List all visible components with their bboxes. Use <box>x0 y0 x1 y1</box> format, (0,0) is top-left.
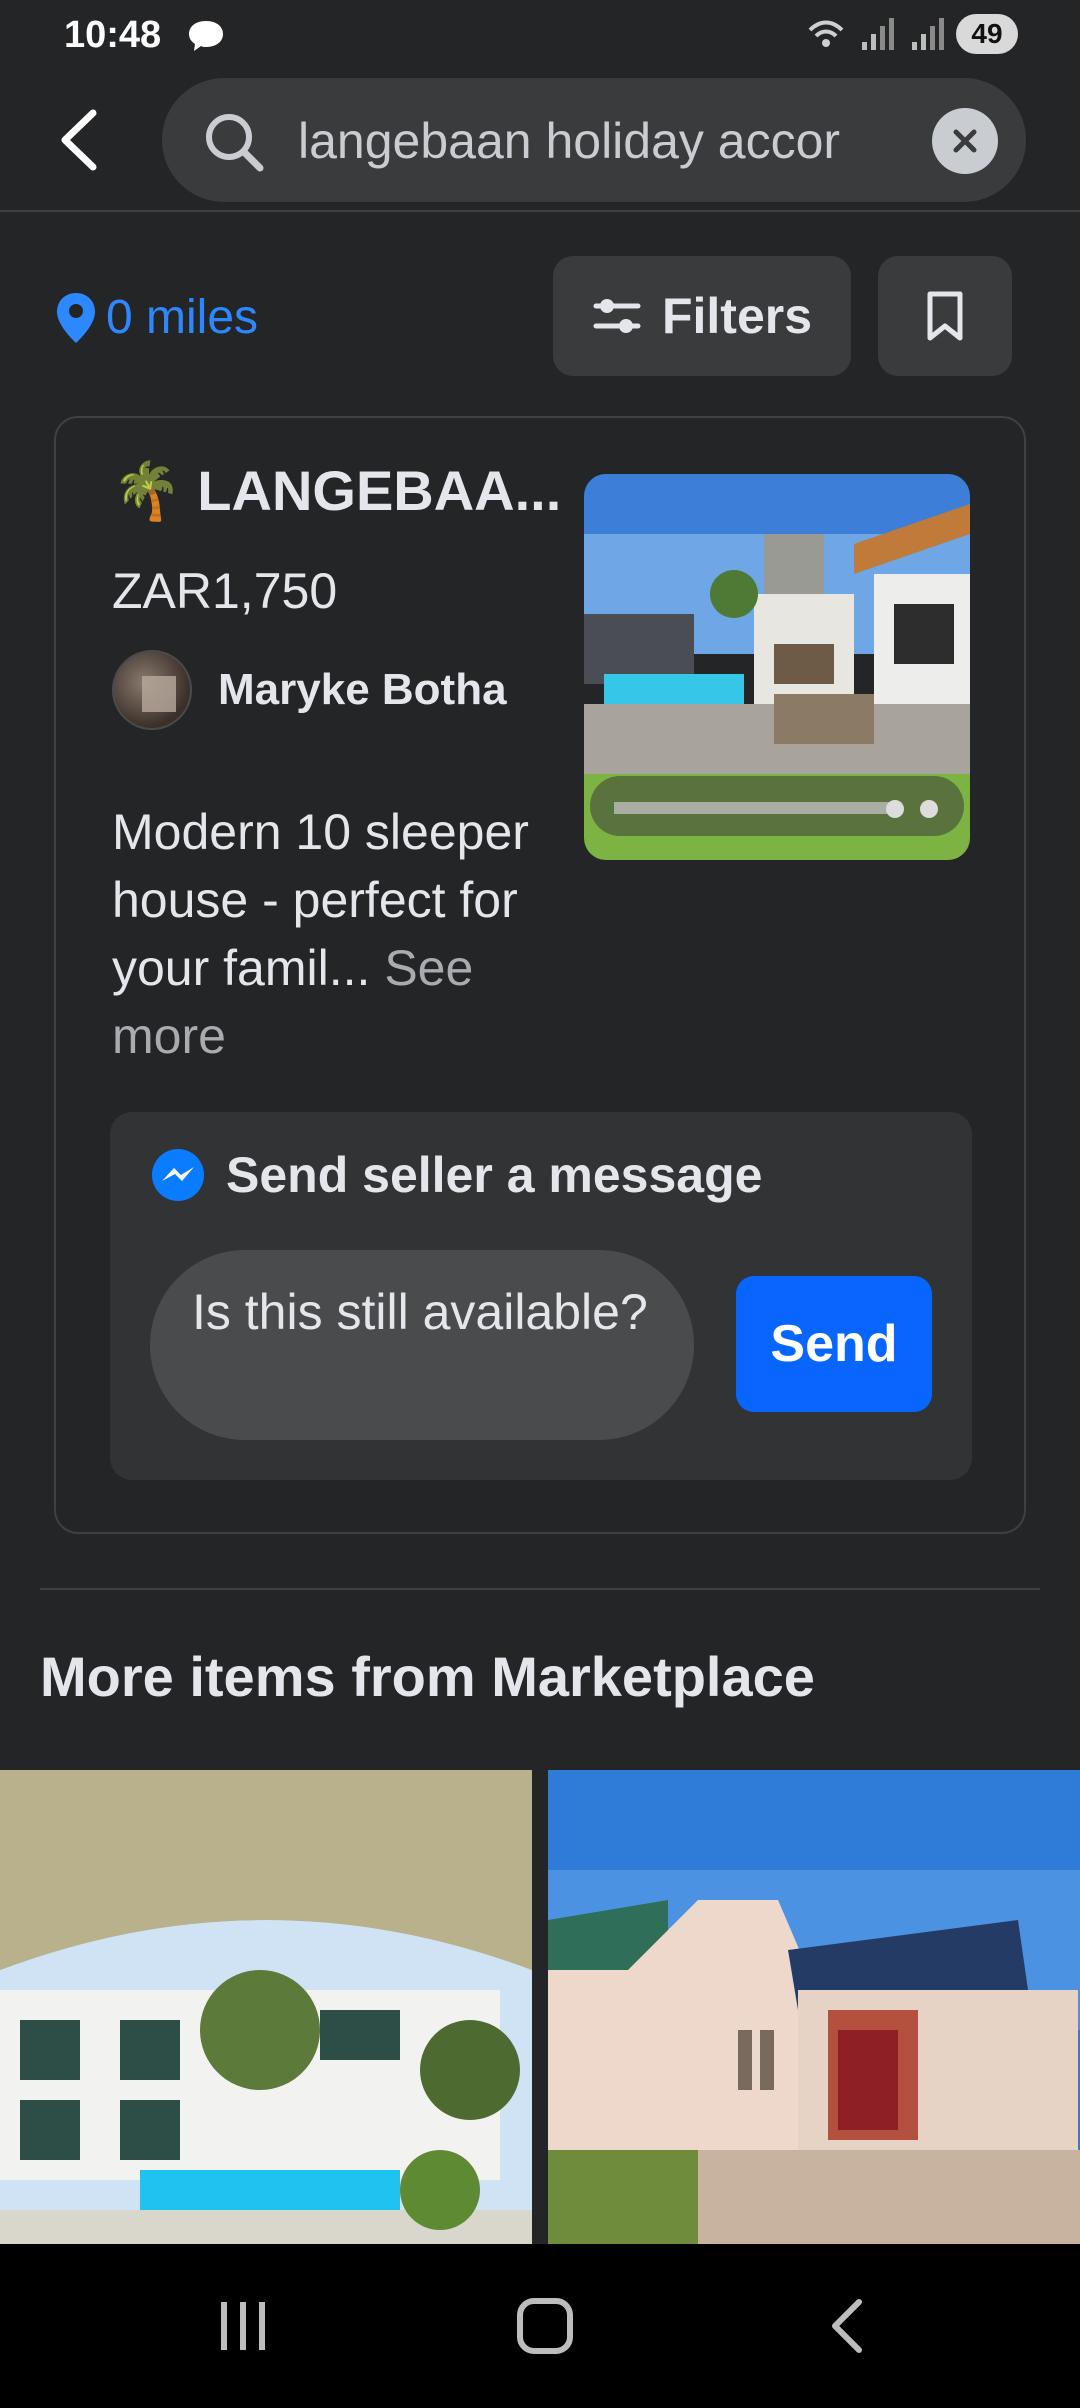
search-bar[interactable]: langebaan holiday accor <box>162 78 1026 202</box>
send-button[interactable]: Send <box>736 1276 932 1412</box>
photo-pager <box>584 776 970 836</box>
message-seller-box: Send seller a message Is this still avai… <box>110 1112 972 1480</box>
more-items-heading: More items from Marketplace <box>40 1645 815 1708</box>
listing-title[interactable]: 🌴 LANGEBAA... <box>112 458 592 524</box>
filters-button[interactable]: Filters <box>553 256 851 376</box>
status-bar: 10:48 49 <box>0 0 1080 72</box>
back-arrow-icon <box>61 109 97 171</box>
wifi-icon <box>808 20 844 47</box>
message-header: Send seller a message <box>150 1146 762 1204</box>
recent-apps-icon <box>221 2302 265 2350</box>
system-nav-bar <box>0 2244 1080 2408</box>
section-divider <box>40 1588 1040 1590</box>
status-time: 10:48 <box>64 14 162 56</box>
signal-icon <box>912 18 944 50</box>
apartment-complex-image <box>0 1770 532 2244</box>
status-icons: 49 <box>806 14 1018 54</box>
marketplace-item-2[interactable] <box>548 1770 1080 2244</box>
bookmark-icon <box>927 291 963 341</box>
location-radius-button[interactable]: 0 miles <box>54 290 258 345</box>
battery-indicator: 49 <box>956 14 1018 54</box>
listing-card[interactable]: 🌴 LANGEBAA... ZAR1,750 Maryke Botha Mode… <box>54 416 1026 1534</box>
seller-info[interactable]: Maryke Botha <box>112 650 507 730</box>
listing-photo[interactable] <box>584 474 970 860</box>
signal-icon <box>862 18 894 50</box>
marketplace-search-page: 10:48 49 langebaan holiday accor 0 miles… <box>0 0 1080 2408</box>
listing-title-text: LANGEBAA... <box>197 459 562 522</box>
seller-name[interactable]: Maryke Botha <box>218 665 507 715</box>
palm-tree-emoji: 🌴 <box>112 459 182 522</box>
search-icon <box>206 114 264 172</box>
clear-icon <box>953 129 977 153</box>
message-input[interactable]: Is this still available? <box>150 1250 694 1440</box>
marketplace-item-1[interactable] <box>0 1770 532 2244</box>
listing-price: ZAR1,750 <box>112 563 338 619</box>
back-icon <box>832 2299 862 2353</box>
save-search-button[interactable] <box>878 256 1012 376</box>
location-radius-label: 0 miles <box>106 291 259 344</box>
listing-description: Modern 10 sleeper house - perfect for yo… <box>112 798 552 1070</box>
sliders-icon <box>593 299 641 333</box>
filters-label: Filters <box>661 288 813 344</box>
filter-row: 0 miles Filters <box>0 256 1080 376</box>
recent-apps-button[interactable] <box>198 2290 288 2362</box>
system-back-button[interactable] <box>802 2290 892 2362</box>
search-header: langebaan holiday accor <box>0 72 1080 212</box>
home-icon <box>517 2298 573 2354</box>
location-pin-icon <box>57 292 95 343</box>
back-button[interactable] <box>46 104 112 176</box>
clear-search-button[interactable] <box>932 108 998 174</box>
home-button[interactable] <box>500 2290 590 2362</box>
avatar[interactable] <box>112 650 192 730</box>
messenger-icon <box>152 1149 204 1201</box>
message-title: Send seller a message <box>226 1147 763 1203</box>
cottage-house-image <box>548 1770 1080 2244</box>
chat-bubble-icon <box>189 21 223 51</box>
